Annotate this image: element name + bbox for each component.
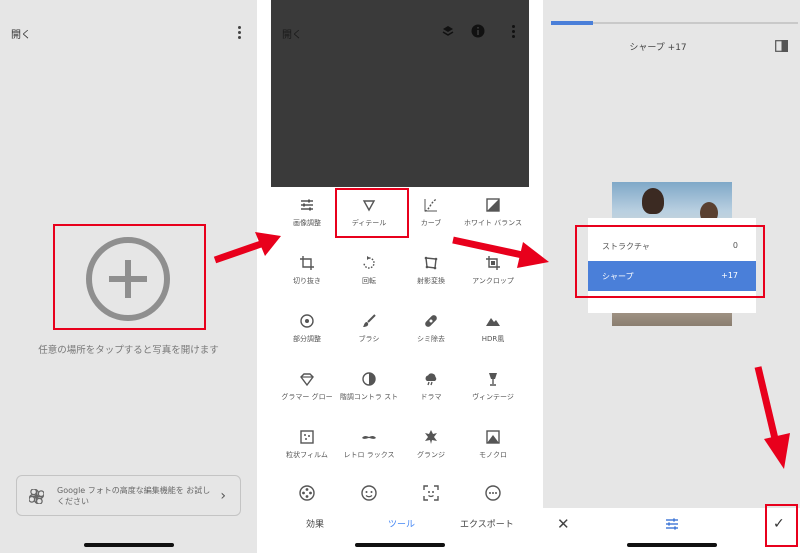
more-menu-icon[interactable] — [234, 26, 244, 40]
brush-icon — [363, 314, 376, 327]
tool-black-white[interactable]: モノクロ — [461, 429, 525, 460]
adjust-progress-track[interactable] — [551, 21, 798, 25]
chevron-right-icon: › — [220, 488, 226, 504]
contrast-icon — [362, 372, 376, 386]
tune-icon — [301, 199, 313, 211]
pinwheel-icon — [29, 489, 44, 504]
person-silhouette — [642, 188, 664, 214]
adjust-value-label: シャープ +17 — [629, 43, 687, 53]
tool-grunge[interactable]: グランジ — [399, 429, 463, 460]
tool-label: ホワイト バランス — [463, 219, 523, 227]
tab-export[interactable]: エクスポート — [460, 517, 514, 530]
tool-crop[interactable]: 切り抜き — [275, 255, 339, 286]
tool-vintage[interactable]: ヴィンテージ — [461, 371, 525, 402]
curve-icon — [424, 198, 438, 212]
tool-label: シミ除去 — [417, 335, 445, 343]
annotation-arrow-2 — [452, 236, 549, 268]
google-photos-promo[interactable]: Google フォトの高度な編集機能を お試しください › — [16, 475, 241, 516]
tool-label: HDR風 — [481, 335, 505, 343]
tools-screen: 開く 画像調整 ディテール カーブ ホワイト バランス 切り抜き 回転 射影変換… — [271, 0, 529, 553]
mountain-icon — [486, 318, 500, 326]
tool-drama[interactable]: ドラマ — [399, 371, 463, 402]
tool-label: アンクロップ — [472, 277, 514, 285]
more-menu-icon[interactable] — [508, 25, 518, 39]
open-title[interactable]: 開く — [11, 26, 31, 41]
image-preview-area: 開く — [271, 0, 529, 187]
home-indicator — [83, 543, 174, 547]
open-hint: 任意の場所をタップすると写真を開けます — [38, 345, 219, 356]
annotation-arrow-1 — [213, 232, 281, 264]
tool-grainy-film[interactable]: 粒状フィルム — [275, 429, 339, 460]
tool-label: 部分調整 — [293, 335, 321, 343]
tool-glamour-glow[interactable]: グラマー グロー — [275, 371, 339, 402]
grunge-icon — [425, 430, 437, 444]
diamond-icon — [300, 373, 314, 387]
rotate-icon — [363, 256, 375, 269]
white-balance-icon — [486, 198, 500, 212]
tab-looks[interactable]: 効果 — [306, 517, 324, 530]
grain-icon — [300, 430, 314, 444]
tool-label: レトロ ラックス — [343, 451, 395, 459]
tool-label: 射影変換 — [417, 277, 445, 285]
tool-healing[interactable]: シミ除去 — [399, 313, 463, 344]
tool-label: グランジ — [417, 451, 445, 459]
tool-label: ヴィンテージ — [472, 393, 514, 401]
tool-label: 切り抜き — [293, 277, 321, 285]
open-title[interactable]: 開く — [282, 26, 302, 41]
highlight-box-add — [53, 224, 206, 330]
home-indicator — [355, 543, 445, 547]
annotation-arrow-3 — [754, 366, 790, 469]
tool-label: モノクロ — [479, 451, 507, 459]
highlight-box-menu — [575, 225, 765, 298]
tool-label: 階調コントラ スト — [339, 393, 399, 401]
lamp-icon — [489, 373, 497, 386]
tool-tonal-contrast[interactable]: 階調コントラ スト — [337, 371, 401, 402]
healing-icon — [425, 315, 437, 327]
selective-icon — [300, 314, 314, 328]
tool-brush[interactable]: ブラシ — [337, 313, 401, 344]
tune-icon[interactable] — [665, 517, 679, 531]
compare-icon[interactable] — [775, 40, 788, 52]
tool-label: グラマー グロー — [281, 393, 333, 401]
tool-selective[interactable]: 部分調整 — [275, 313, 339, 344]
promo-text: Google フォトの高度な編集機能を お試しください — [57, 486, 211, 506]
tool-rotate[interactable]: 回転 — [337, 255, 401, 286]
adjust-progress-fill — [551, 21, 593, 25]
tool-tune[interactable]: 画像調整 — [275, 197, 339, 228]
tool-label: ブラシ — [358, 335, 380, 343]
tool-label: 回転 — [362, 277, 376, 285]
perspective-icon — [424, 256, 438, 270]
home-indicator — [626, 543, 717, 547]
tool-label: ドラマ — [420, 393, 442, 401]
highlight-box-apply — [765, 504, 798, 547]
tool-retrolux[interactable]: レトロ ラックス — [337, 429, 401, 460]
tab-tools[interactable]: ツール — [388, 517, 415, 530]
open-screen: 開く 任意の場所をタップすると写真を開けます Google フォトの高度な編集機… — [0, 0, 257, 553]
face-detect-icon[interactable] — [423, 485, 439, 501]
cloud-icon — [425, 373, 437, 386]
dots-circle-icon[interactable] — [485, 485, 501, 501]
mono-icon — [486, 430, 500, 444]
info-icon[interactable] — [471, 24, 485, 38]
film-reel-icon[interactable] — [299, 485, 315, 501]
highlight-box-details — [335, 188, 409, 238]
face-icon[interactable] — [361, 485, 377, 501]
crop-icon — [300, 256, 314, 270]
tool-hdr[interactable]: HDR風 — [461, 313, 525, 344]
tool-label: 粒状フィルム — [286, 451, 328, 459]
layers-undo-icon[interactable] — [441, 24, 455, 38]
tool-label: 画像調整 — [293, 219, 321, 227]
details-edit-screen: シャープ +17 ストラクチャ 0 シャープ +17 ✕ ✓ — [543, 0, 800, 553]
close-icon[interactable]: ✕ — [557, 515, 570, 533]
mustache-icon — [362, 436, 376, 439]
tool-white-balance[interactable]: ホワイト バランス — [461, 197, 525, 228]
